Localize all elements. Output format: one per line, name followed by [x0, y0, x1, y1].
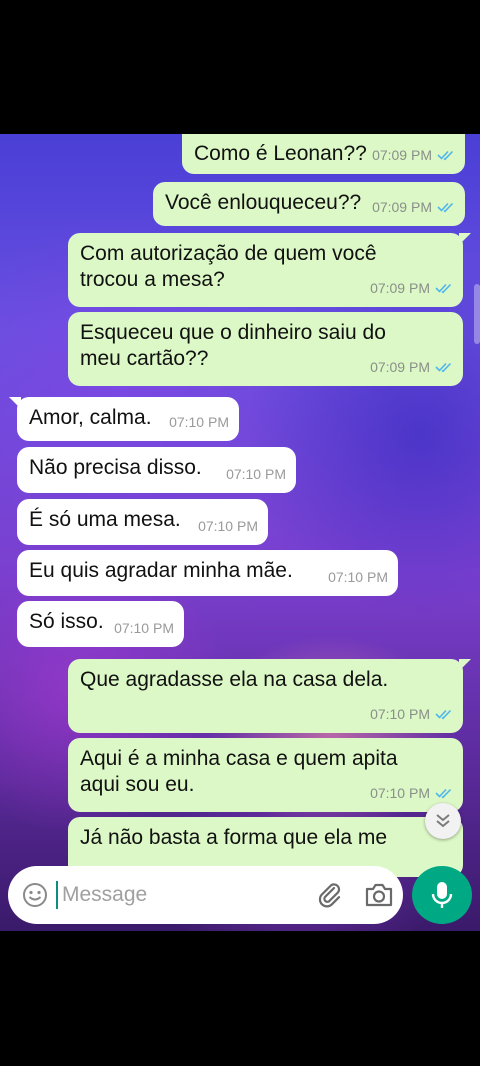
mic-icon: [431, 882, 453, 908]
message-time: 07:10 PM: [370, 785, 430, 801]
message-time: 07:10 PM: [328, 569, 388, 585]
message-bubble-outgoing[interactable]: Esqueceu que o dinheiro saiu do meu cart…: [68, 312, 463, 386]
message-time: 07:10 PM: [198, 518, 258, 534]
camera-icon[interactable]: [364, 881, 394, 909]
message-text: É só uma mesa.: [29, 508, 181, 531]
double-check-icon: [435, 709, 452, 720]
message-meta: 07:09 PM: [372, 194, 455, 220]
message-text: Que agradasse ela na casa dela.: [80, 668, 389, 691]
message-time: 07:09 PM: [370, 359, 430, 375]
message-text: Aqui é a minha casa e quem apita aqui so…: [80, 747, 398, 796]
message-meta: 07:09 PM: [372, 142, 455, 168]
double-check-icon: [435, 362, 452, 373]
message-time: 07:10 PM: [226, 466, 286, 482]
message-text: Já não basta a forma que ela me: [80, 826, 388, 849]
mic-button[interactable]: [412, 866, 472, 924]
message-text: Não precisa disso.: [29, 456, 202, 479]
message-meta: 07:09 PM: [370, 354, 453, 380]
message-bubble-outgoing[interactable]: Aqui é a minha casa e quem apita aqui so…: [68, 738, 463, 812]
double-check-icon: [437, 150, 454, 161]
message-bubble-outgoing[interactable]: Com autorização de quem você trocou a me…: [68, 233, 471, 307]
message-meta: 07:10 PM: [328, 564, 388, 590]
message-bubble-incoming[interactable]: Eu quis agradar minha mãe. 07:10 PM: [17, 550, 398, 596]
message-bubble-incoming[interactable]: Não precisa disso. 07:10 PM: [17, 447, 296, 493]
message-bubble-incoming[interactable]: Amor, calma. 07:10 PM: [9, 397, 239, 441]
message-bubble-outgoing[interactable]: Você enlouqueceu?? 07:09 PM: [153, 182, 465, 226]
message-text: Só isso.: [29, 610, 104, 633]
chat-screen: Como é Leonan?? 07:09 PM Você enlouquece…: [0, 134, 480, 931]
message-text: Como é Leonan??: [194, 142, 367, 165]
message-meta: 07:10 PM: [198, 513, 258, 539]
message-text: Amor, calma.: [29, 406, 152, 429]
message-bubble-incoming[interactable]: É só uma mesa. 07:10 PM: [17, 499, 268, 545]
paperclip-icon[interactable]: [316, 881, 344, 909]
message-text: Eu quis agradar minha mãe.: [29, 559, 293, 582]
message-composer: [8, 866, 403, 924]
message-time: 07:10 PM: [169, 414, 229, 430]
emoji-icon[interactable]: [22, 882, 48, 908]
message-meta: 07:09 PM: [370, 275, 453, 301]
scrollbar[interactable]: [474, 284, 480, 344]
double-check-icon: [435, 788, 452, 799]
message-time: 07:09 PM: [372, 199, 432, 215]
message-time: 07:09 PM: [372, 147, 432, 163]
message-input[interactable]: [56, 881, 292, 909]
message-time: 07:10 PM: [370, 706, 430, 722]
message-bubble-outgoing[interactable]: Que agradasse ela na casa dela. 07:10 PM: [68, 659, 471, 733]
message-meta: 07:10 PM: [370, 701, 453, 727]
scroll-to-bottom-button[interactable]: [425, 803, 461, 839]
message-bubble-outgoing[interactable]: Como é Leonan?? 07:09 PM: [182, 134, 465, 174]
message-time: 07:09 PM: [370, 280, 430, 296]
double-chevron-down-icon: [436, 814, 450, 828]
message-time: 07:10 PM: [114, 620, 174, 636]
message-text: Você enlouqueceu??: [165, 191, 362, 214]
message-meta: 07:10 PM: [114, 615, 174, 641]
double-check-icon: [435, 283, 452, 294]
message-bubble-incoming[interactable]: Só isso. 07:10 PM: [17, 601, 184, 647]
double-check-icon: [437, 202, 454, 213]
message-meta: 07:10 PM: [226, 461, 286, 487]
message-meta: 07:10 PM: [169, 409, 229, 435]
message-text: Com autorização de quem você trocou a me…: [80, 242, 377, 291]
message-text: Esqueceu que o dinheiro saiu do meu cart…: [80, 321, 386, 370]
